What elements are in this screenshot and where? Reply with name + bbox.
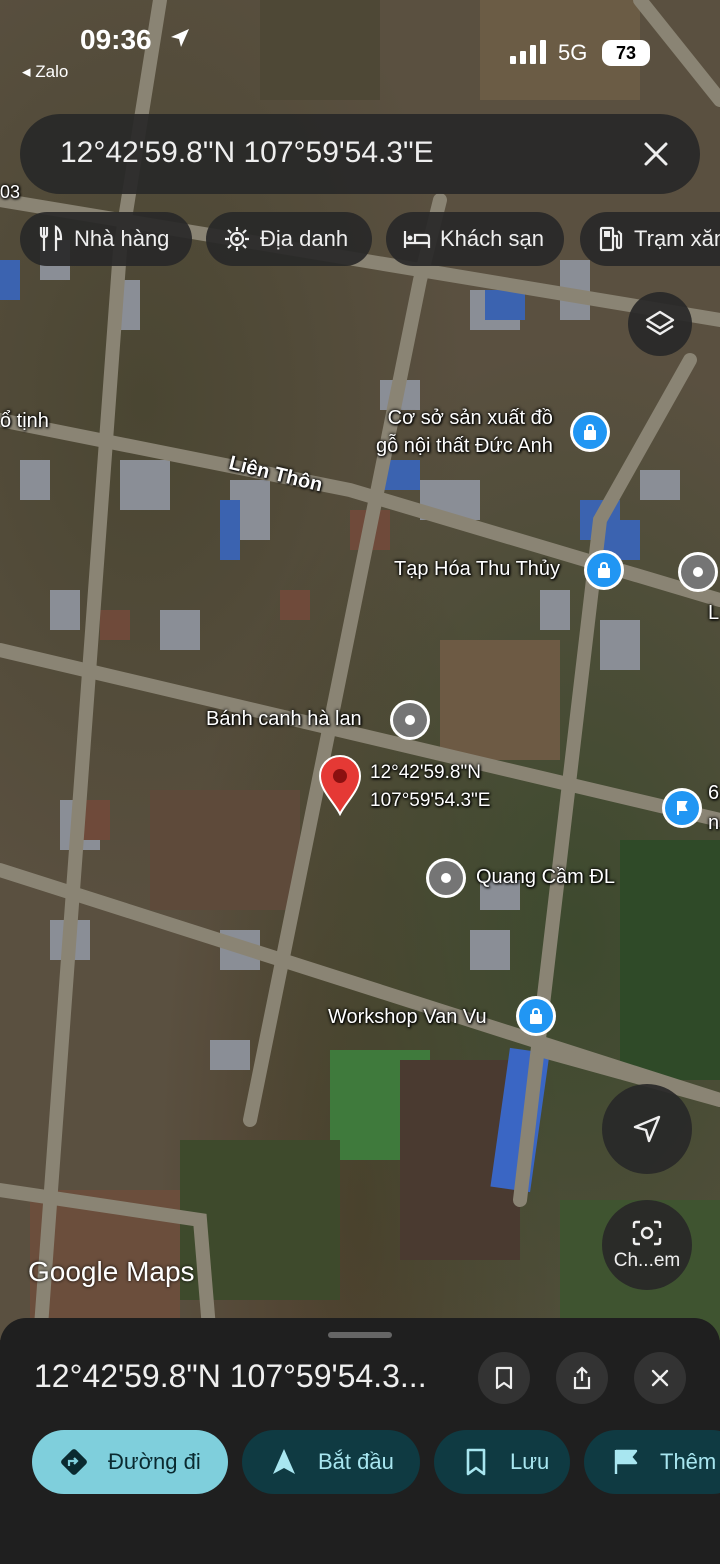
- map-road-label: 03: [0, 182, 21, 202]
- location-arrow-icon: [171, 29, 189, 47]
- google-maps-attribution: Google Maps: [28, 1256, 195, 1287]
- poi-marker-shop[interactable]: [516, 996, 556, 1036]
- camera-button-label: Ch...em: [613, 1250, 681, 1271]
- map-road-label: ổ tịnh: [0, 410, 49, 432]
- navigation-arrow-icon: [633, 1115, 661, 1143]
- place-label-quang-cam[interactable]: Quang Cầm ĐL: [476, 866, 615, 889]
- save-bookmark-button[interactable]: [478, 1352, 530, 1404]
- camera-icon: [632, 1220, 662, 1246]
- fork-knife-icon: [39, 225, 63, 251]
- back-to-app-link[interactable]: ◂ Zalo: [22, 62, 68, 82]
- place-dot-icon: [441, 873, 451, 883]
- start-navigation-button[interactable]: Bắt đầu: [242, 1430, 420, 1494]
- chip-landmarks[interactable]: Địa danh: [206, 212, 372, 266]
- status-bar: 09:36 ◂ Zalo 5G 73: [0, 0, 720, 90]
- chip-label: Nhà hàng: [74, 226, 170, 251]
- place-bottom-sheet[interactable]: 12°42'59.8"N 107°59'54.3... Đường đi Bắt…: [0, 1318, 720, 1564]
- battery-indicator: 73: [602, 40, 650, 66]
- poi-marker-generic[interactable]: [678, 552, 718, 592]
- chip-gas-stations[interactable]: Trạm xăng: [580, 212, 720, 266]
- search-query[interactable]: 12°42'59.8"N 107°59'54.3"E: [60, 136, 434, 170]
- close-icon[interactable]: [634, 132, 678, 176]
- network-type: 5G: [558, 40, 588, 65]
- flag-icon: [614, 1449, 638, 1474]
- action-label: Lưu: [510, 1449, 550, 1474]
- place-dot-icon: [693, 567, 703, 577]
- chip-hotels[interactable]: Khách sạn: [386, 212, 564, 266]
- camera-search-button[interactable]: Ch...em: [602, 1200, 692, 1290]
- share-button[interactable]: [556, 1352, 608, 1404]
- gas-station-icon: [599, 226, 623, 252]
- poi-marker-shop[interactable]: [584, 550, 624, 590]
- share-icon: [573, 1366, 591, 1390]
- place-label-workshop[interactable]: Workshop Van Vu: [328, 1006, 487, 1029]
- action-label: Đường đi: [108, 1449, 201, 1474]
- directions-button[interactable]: Đường đi: [32, 1430, 228, 1494]
- chip-label: Địa danh: [260, 226, 349, 251]
- layers-icon: [645, 310, 675, 336]
- poi-marker-parking[interactable]: [662, 788, 702, 828]
- chip-restaurants[interactable]: Nhà hàng: [20, 212, 192, 266]
- dropped-pin-icon[interactable]: [316, 754, 364, 816]
- map-road-label: L: [708, 602, 720, 624]
- place-label-tap-hoa[interactable]: Tạp Hóa Thu Thủy: [394, 558, 560, 581]
- pin-label-lng: 107°59'54.3"E: [370, 790, 491, 811]
- landmark-icon: [225, 227, 249, 251]
- pin-label-lat: 12°42'59.8"N: [370, 762, 481, 783]
- poi-marker-generic[interactable]: [426, 858, 466, 898]
- bookmark-icon: [466, 1448, 486, 1476]
- close-sheet-button[interactable]: [634, 1352, 686, 1404]
- place-label-co-so[interactable]: Cơ sở sản xuất đồ gỗ nội thất Đức Anh: [376, 404, 553, 460]
- shopping-bag-icon: [584, 423, 596, 440]
- close-icon: [651, 1369, 669, 1387]
- save-button[interactable]: Lưu: [434, 1430, 570, 1494]
- chip-label: Khách sạn: [440, 226, 544, 251]
- place-dot-icon: [405, 715, 415, 725]
- search-bar[interactable]: 12°42'59.8"N 107°59'54.3"E: [20, 114, 700, 194]
- shopping-bag-icon: [598, 561, 610, 578]
- add-more-button[interactable]: Thêm: [584, 1430, 720, 1494]
- map-road-label: 6: [708, 782, 720, 804]
- bed-icon: [403, 231, 431, 248]
- signal-icon: [510, 40, 546, 64]
- bookmark-icon: [495, 1366, 513, 1390]
- layers-button[interactable]: [628, 292, 692, 356]
- action-label: Thêm: [660, 1449, 717, 1474]
- directions-icon: [61, 1449, 87, 1475]
- my-location-button[interactable]: [602, 1084, 692, 1174]
- sheet-drag-handle[interactable]: [328, 1332, 392, 1338]
- status-time: 09:36: [80, 24, 152, 55]
- place-title: 12°42'59.8"N 107°59'54.3...: [34, 1358, 427, 1394]
- shopping-bag-icon: [530, 1007, 542, 1024]
- poi-marker-generic[interactable]: [390, 700, 430, 740]
- navigation-arrow-icon: [273, 1449, 295, 1474]
- chip-label: Trạm xăng: [634, 226, 720, 251]
- map-road-label: n: [708, 812, 720, 834]
- parking-flag-icon: [677, 801, 688, 815]
- action-label: Bắt đầu: [318, 1449, 394, 1474]
- place-label-banh-canh[interactable]: Bánh canh hà lan: [206, 708, 362, 731]
- poi-marker-shop[interactable]: [570, 412, 610, 452]
